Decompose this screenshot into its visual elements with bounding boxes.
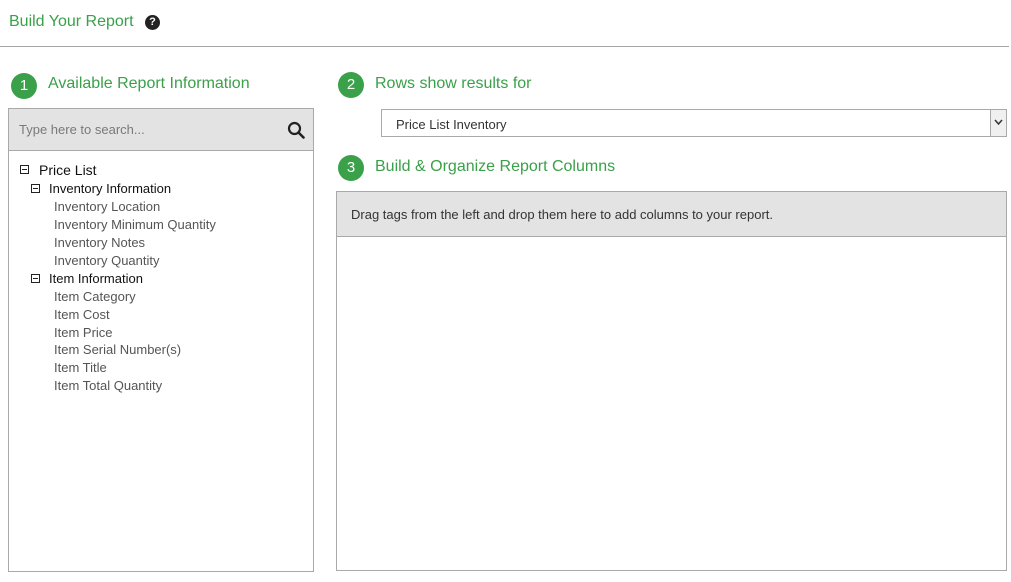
tree-item-item-total-quantity[interactable]: Item Total Quantity: [54, 378, 162, 393]
tree-item-item-price[interactable]: Item Price: [54, 325, 113, 340]
collapse-item-information-icon[interactable]: [31, 274, 40, 283]
step-3-title: Build & Organize Report Columns: [375, 158, 616, 175]
chevron-down-icon[interactable]: [990, 110, 1006, 136]
page-title: Build Your Report: [9, 13, 134, 30]
search-icon[interactable]: [287, 121, 305, 139]
tree-item-inventory-minimum-quantity[interactable]: Inventory Minimum Quantity: [54, 217, 216, 232]
tree-item-item-serial-numbers[interactable]: Item Serial Number(s): [54, 342, 181, 357]
question-circle-icon[interactable]: ?: [145, 15, 160, 30]
step-1-badge: 1: [11, 73, 37, 99]
rows-select[interactable]: Price List Inventory: [381, 109, 1007, 137]
rows-select-value: Price List Inventory: [396, 117, 507, 132]
step-2-badge: 2: [338, 72, 364, 98]
tree-item-inventory-notes[interactable]: Inventory Notes: [54, 235, 145, 250]
step-2-title: Rows show results for: [375, 75, 532, 92]
step-1-title: Available Report Information: [48, 75, 250, 92]
drop-zone-hint: Drag tags from the left and drop them he…: [351, 207, 773, 222]
tree-item-item-cost[interactable]: Item Cost: [54, 307, 110, 322]
tree-item-item-category[interactable]: Item Category: [54, 289, 136, 304]
tree-item-inventory-quantity[interactable]: Inventory Quantity: [54, 253, 160, 268]
collapse-inventory-information-icon[interactable]: [31, 184, 40, 193]
step-3-badge: 3: [338, 155, 364, 181]
tree-group-item-information[interactable]: Item Information: [49, 271, 143, 286]
available-fields-panel: Price List Inventory Information Invento…: [8, 108, 314, 572]
tree-item-item-title[interactable]: Item Title: [54, 360, 107, 375]
search-bar: [9, 109, 313, 151]
search-input[interactable]: [9, 109, 289, 150]
tree-root-price-list[interactable]: Price List: [39, 162, 97, 178]
page-header: Build Your Report ?: [0, 0, 1009, 47]
drop-zone-header: Drag tags from the left and drop them he…: [337, 192, 1006, 237]
report-columns-drop-zone[interactable]: Drag tags from the left and drop them he…: [336, 191, 1007, 571]
tree-item-inventory-location[interactable]: Inventory Location: [54, 199, 160, 214]
tree-group-inventory-information[interactable]: Inventory Information: [49, 181, 171, 196]
collapse-root-icon[interactable]: [20, 165, 29, 174]
